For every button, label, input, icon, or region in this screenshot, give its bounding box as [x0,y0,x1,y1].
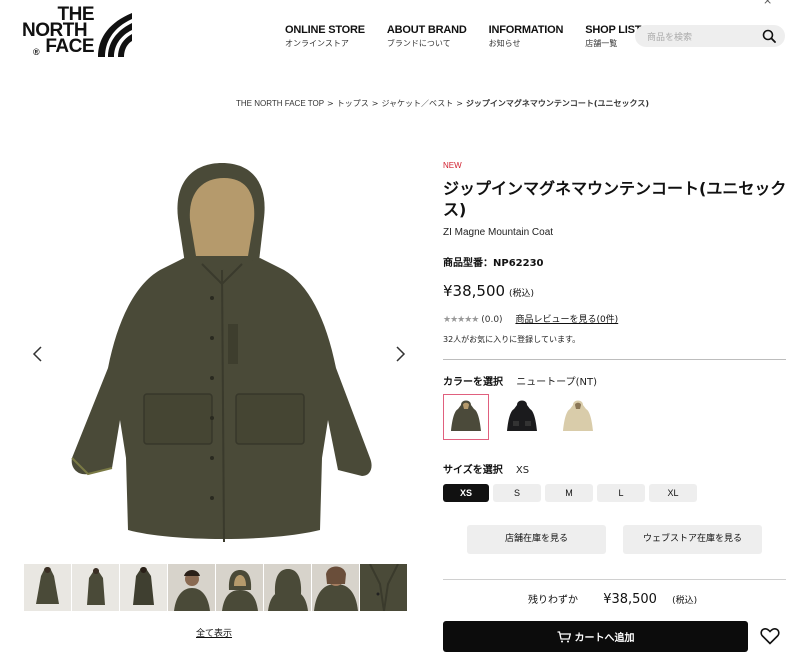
rating-row: ★★★★★ (0.0) 商品レビューを見る(0件) [443,312,618,325]
availability-status: 残りわずか [528,595,578,606]
nav-sublabel: お知らせ [488,39,521,48]
review-link[interactable]: 商品レビューを見る(0件) [515,315,618,325]
add-to-cart-label: カートへ追加 [574,633,635,644]
breadcrumb-separator: > [456,99,463,108]
color-selector-label: カラーを選択 ニュートープ(NT) [443,373,597,388]
thumbnail-strip [24,564,408,611]
size-option-xl[interactable]: XL [649,484,697,502]
thumbnail-6[interactable] [264,564,311,611]
size-option-m[interactable]: M [545,484,593,502]
size-option-l[interactable]: L [597,484,645,502]
breadcrumb-current: ジップインマグネマウンテンコート(ユニセックス) [465,99,649,108]
nav-sublabel: 店舗一覧 [585,39,618,48]
breadcrumb: THE NORTH FACE TOP > トップス > ジャケット／ベスト > ジップインマ… [0,98,800,109]
thumbnail-8[interactable] [360,564,407,611]
size-label: サイズを選択 [443,465,503,476]
add-to-cart-button[interactable]: カートへ追加 [443,621,748,652]
product-title: ジップインマグネマウンテンコート(ユニセックス) [443,179,787,219]
breadcrumb-separator: > [327,99,334,108]
nav-label: ONLINE STORE [285,24,365,36]
half-dome-logo-icon [98,13,132,57]
breadcrumb-top[interactable]: THE NORTH FACE TOP [236,99,324,108]
availability-price: ¥38,500 [603,592,657,607]
favorite-heart-icon[interactable] [760,627,780,645]
nav-online-store[interactable]: ONLINE STORE オンラインストア [285,24,365,49]
star-rating-icon: ★★★★★ [443,315,479,325]
breadcrumb-separator: > [371,99,379,108]
size-option-xs[interactable]: XS [443,484,489,502]
main-nav: ONLINE STORE オンラインストア ABOUT BRAND ブランドにつ… [285,24,663,49]
color-label: カラーを選択 [443,377,503,388]
color-swatch-beige[interactable] [555,394,601,440]
cart-icon [557,630,571,642]
thumbnail-5[interactable] [216,564,263,611]
product-price: ¥38,500 (税込) [443,282,534,300]
view-all-images-link[interactable]: 全て表示 [196,626,232,639]
nav-label: SHOP LIST [585,24,642,36]
product-subtitle: ZI Magne Mountain Coat [443,227,554,238]
color-swatch-olive[interactable] [443,394,489,440]
thumbnail-2[interactable] [72,564,119,611]
nav-information[interactable]: INFORMATION お知らせ [489,24,564,49]
product-code: 商品型番：NP62230 [443,258,544,269]
favorites-count: 32人がお気に入りに登録しています。 [443,335,581,344]
color-selected-value: ニュートープ(NT) [516,377,597,388]
next-image-arrow-icon[interactable] [392,344,408,364]
store-stock-button[interactable]: 店舗在庫を見る [467,525,606,554]
color-swatches [443,394,611,440]
search-icon[interactable] [762,29,776,43]
size-option-s[interactable]: S [493,484,541,502]
price-tax-note: (税込) [509,289,535,299]
registered-mark: ® [33,47,40,57]
availability-tax-note: (税込) [672,596,698,606]
thumbnail-3[interactable] [120,564,167,611]
breadcrumb-jackets[interactable]: ジャケット／ベスト [381,99,453,108]
new-badge: NEW [443,161,462,170]
close-icon[interactable]: × [763,0,772,7]
divider [443,579,786,580]
previous-image-arrow-icon[interactable] [30,344,46,364]
thumbnail-1[interactable] [24,564,71,611]
thumbnail-4[interactable] [168,564,215,611]
nav-label: INFORMATION [488,24,564,36]
divider [443,359,786,360]
nav-label: ABOUT BRAND [386,24,467,36]
availability-row: 残りわずか ¥38,500 (税込) [528,591,697,607]
price-value: ¥38,500 [443,282,506,300]
thumbnail-7[interactable] [312,564,359,611]
nav-sublabel: オンラインストア [285,39,349,48]
color-swatch-black[interactable] [499,394,545,440]
nav-about-brand[interactable]: ABOUT BRAND ブランドについて [387,24,467,49]
breadcrumb-tops[interactable]: トップス [337,99,369,108]
search-bar [635,25,785,49]
size-options: XS S M L XL [443,484,701,502]
search-input[interactable] [635,27,753,49]
size-selected-value: XS [515,465,530,476]
nav-sublabel: ブランドについて [386,39,451,48]
product-main-image [71,163,372,543]
rating-score: (0.0) [481,315,503,325]
brand-logo[interactable]: THE NORTH FACE ® [22,5,134,61]
size-selector-label: サイズを選択 XS [443,461,529,476]
web-stock-button[interactable]: ウェブストア在庫を見る [623,525,762,554]
nav-shop-list[interactable]: SHOP LIST 店舗一覧 [585,24,641,49]
